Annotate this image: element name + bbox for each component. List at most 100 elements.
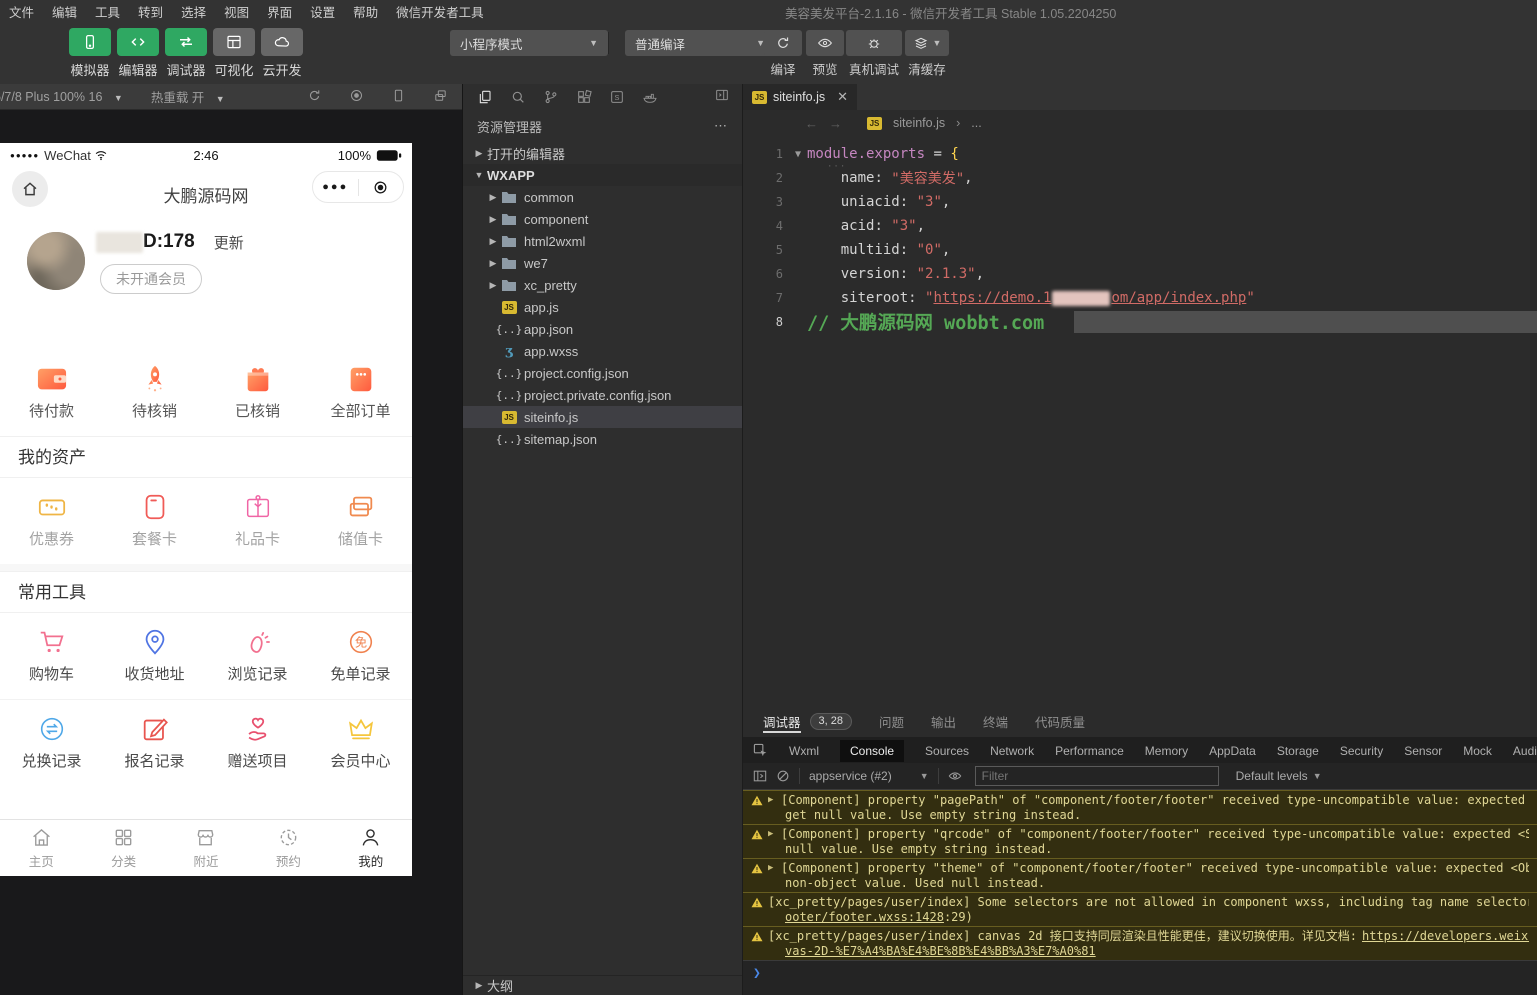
back-arrow-icon[interactable]: ←	[805, 116, 818, 131]
action-refresh-button[interactable]: 编译	[764, 30, 802, 78]
activity-files-button[interactable]	[477, 89, 493, 105]
outline-section[interactable]: ▶ 大纲	[463, 975, 742, 995]
grid-item-giftbox[interactable]: 已核销	[206, 363, 309, 421]
file-WXAPP[interactable]: ▼WXAPP	[463, 164, 742, 186]
grid-item-cards[interactable]: 储值卡	[309, 491, 412, 549]
file-app-js[interactable]: JSapp.js	[463, 296, 742, 318]
windows-button[interactable]	[433, 88, 448, 106]
grid-item-footprint[interactable]: 浏览记录	[206, 626, 309, 684]
breadcrumb-more[interactable]: ...	[971, 116, 981, 130]
record-button[interactable]	[349, 88, 364, 106]
exit-target-icon[interactable]	[359, 179, 404, 196]
grid-item-order-bag[interactable]: 全部订单	[309, 363, 412, 421]
tabbar-item-clock[interactable]: 预约	[247, 820, 329, 876]
tabbar-item-shop[interactable]: 附近	[165, 820, 247, 876]
file-app-json[interactable]: {..}app.json	[463, 318, 742, 340]
toolbar-button-layout[interactable]: 可视化	[210, 28, 258, 79]
menu-item[interactable]: 选择	[181, 2, 206, 21]
console-prompt[interactable]: ❯	[743, 960, 1537, 985]
grid-item-card[interactable]: 套餐卡	[103, 491, 206, 549]
panel-divider[interactable]	[462, 84, 463, 995]
tabbar-item-home[interactable]: 主页	[0, 820, 82, 876]
devtools-tab-security[interactable]: Security	[1340, 744, 1383, 758]
expand-arrow-icon[interactable]: ▶	[768, 861, 776, 876]
code-area[interactable]: ··· 1▼module.exports = {2 name: "美容美发",3…	[743, 136, 1537, 334]
phone-frame-button[interactable]	[391, 88, 406, 106]
breadcrumb-file[interactable]: siteinfo.js	[893, 116, 945, 130]
devtools-tab-network[interactable]: Network	[990, 744, 1034, 758]
folder-component[interactable]: ▶component	[463, 208, 742, 230]
grid-item-mian-circle[interactable]: 免免单记录	[309, 626, 412, 684]
more-actions-icon[interactable]: ⋯	[714, 118, 728, 134]
file-app-wxss[interactable]: ʒapp.wxss	[463, 340, 742, 362]
sidebar-toggle-icon[interactable]	[753, 769, 767, 783]
compile-select[interactable]: 普通编译 ▼	[625, 30, 775, 56]
devtools-tab-appdata[interactable]: AppData	[1209, 744, 1256, 758]
forward-arrow-icon[interactable]: →	[829, 116, 842, 131]
file-project-config-json[interactable]: {..}project.config.json	[463, 362, 742, 384]
menu-item[interactable]: 界面	[267, 2, 292, 21]
grid-item-form-pencil[interactable]: 报名记录	[103, 713, 206, 771]
devtools-tab-mock[interactable]: Mock	[1463, 744, 1492, 758]
tabbar-item-person[interactable]: 我的	[330, 820, 412, 876]
toolbar-button-cloud[interactable]: 云开发	[258, 28, 306, 79]
grid-item-rocket[interactable]: 待核销	[103, 363, 206, 421]
action-layers-button[interactable]: ▼清缓存	[905, 30, 949, 78]
execution-context-select[interactable]: appservice (#2) ▼	[809, 769, 929, 783]
menu-item[interactable]: 帮助	[353, 2, 378, 21]
device-selector[interactable]: 6/7/8 Plus 100% 16 ▼	[0, 90, 123, 104]
activity-s-box-button[interactable]: S	[609, 89, 625, 105]
file-siteinfo-js[interactable]: JSsiteinfo.js	[463, 406, 742, 428]
debug-tab-1[interactable]: 问题	[879, 705, 904, 737]
debug-tab-3[interactable]: 终端	[983, 705, 1008, 737]
grid-item-exchange-circle[interactable]: 兑换记录	[0, 713, 103, 771]
file-sitemap-json[interactable]: {..}sitemap.json	[463, 428, 742, 450]
debug-tab-2[interactable]: 输出	[931, 705, 956, 737]
toolbar-button-simulator[interactable]: 模拟器	[66, 28, 114, 79]
action-eye-button[interactable]: 预览	[806, 30, 844, 78]
tab-siteinfo-js[interactable]: JS siteinfo.js ✕	[743, 84, 857, 110]
folder-xc-pretty[interactable]: ▶xc_pretty	[463, 274, 742, 296]
devtools-tab-performance[interactable]: Performance	[1055, 744, 1124, 758]
activity-extensions-button[interactable]	[576, 89, 592, 105]
devtools-tab-storage[interactable]: Storage	[1277, 744, 1319, 758]
file-project-private-config-json[interactable]: {..}project.private.config.json	[463, 384, 742, 406]
grid-item-location-pin[interactable]: 收货地址	[103, 626, 206, 684]
activity-docker-whale-button[interactable]	[642, 89, 658, 105]
live-expression-eye-icon[interactable]	[948, 769, 962, 783]
debug-tab-0[interactable]: 调试器3, 28	[763, 705, 852, 737]
member-status-pill[interactable]: 未开通会员	[100, 264, 202, 294]
devtools-tab-sources[interactable]: Sources	[925, 744, 969, 758]
grid-item-gift-card[interactable]: 礼品卡	[206, 491, 309, 549]
menu-item[interactable]: 设置	[310, 2, 335, 21]
file--[interactable]: ▶打开的编辑器	[463, 142, 742, 164]
inspect-element-button[interactable]	[753, 743, 768, 758]
tabbar-item-grid[interactable]: 分类	[82, 820, 164, 876]
devtools-tab-wxml[interactable]: Wxml	[789, 744, 819, 758]
action-bug-button[interactable]: 真机调试	[846, 30, 902, 78]
grid-item-gift-hand[interactable]: 赠送项目	[206, 713, 309, 771]
activity-git-branch-button[interactable]	[543, 89, 559, 105]
menu-item[interactable]: 文件	[9, 2, 34, 21]
menu-item[interactable]: 微信开发者工具	[396, 2, 484, 21]
hot-reload-toggle[interactable]: 热重载 开 ▼	[151, 87, 225, 106]
devtools-tab-sensor[interactable]: Sensor	[1404, 744, 1442, 758]
more-dots-icon[interactable]: ●●●	[313, 181, 358, 193]
folder-we7[interactable]: ▶we7	[463, 252, 742, 274]
menu-item[interactable]: 视图	[224, 2, 249, 21]
toolbar-button-swap-arrows[interactable]: 调试器	[162, 28, 210, 79]
expand-arrow-icon[interactable]: ▶	[768, 827, 776, 842]
folder-html2wxml[interactable]: ▶html2wxml	[463, 230, 742, 252]
debug-tab-4[interactable]: 代码质量	[1035, 705, 1085, 737]
close-icon[interactable]: ✕	[837, 89, 848, 105]
expand-arrow-icon[interactable]: ▶	[768, 793, 776, 808]
toolbar-button-code[interactable]: 编辑器	[114, 28, 162, 79]
console-link[interactable]: vas-2D-%E7%A4%BA%E4%BE%8B%E4%BB%A3%E7%A0…	[785, 944, 1096, 958]
grid-item-wallet[interactable]: 待付款	[0, 363, 103, 421]
grid-item-cart[interactable]: 购物车	[0, 626, 103, 684]
avatar[interactable]	[27, 232, 85, 290]
console-link[interactable]: https://developers.weixin.qq.com/mi	[1362, 929, 1529, 944]
devtools-tab-memory[interactable]: Memory	[1145, 744, 1188, 758]
grid-item-ticket[interactable]: 优惠券	[0, 491, 103, 549]
menu-item[interactable]: 转到	[138, 2, 163, 21]
